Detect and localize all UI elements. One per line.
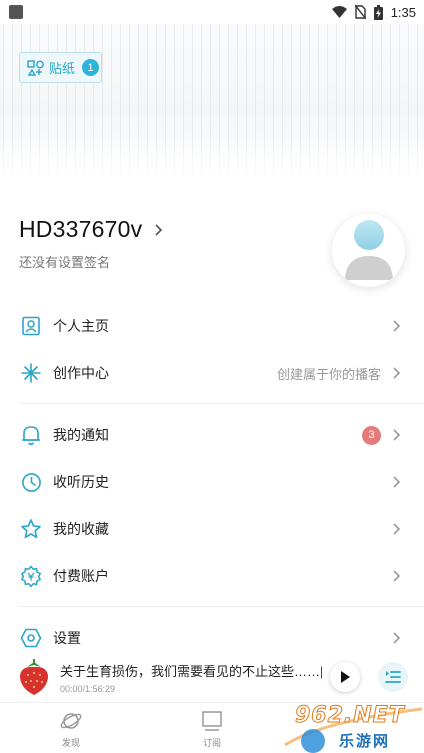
playlist-button[interactable] (378, 662, 408, 692)
chevron-right-icon (393, 320, 401, 332)
section-divider (19, 403, 424, 404)
tab-subscriptions-label: 订阅 (202, 738, 221, 748)
battery-charging-icon (373, 4, 383, 20)
tab-discover[interactable]: 发现 (41, 709, 101, 749)
tab-subscriptions[interactable]: 订阅 (182, 709, 242, 749)
menu-notifications[interactable]: 我的通知 3 (0, 412, 424, 458)
no-sim-icon (354, 5, 366, 19)
menu-creator-hint: 创建属于你的播客 (276, 366, 381, 382)
star-icon (20, 518, 42, 540)
profile-header-background (0, 24, 424, 184)
menu-creator-label: 创作中心 (53, 365, 109, 381)
status-time: 1:35 (390, 4, 416, 20)
clock-icon (20, 471, 42, 493)
menu-profile[interactable]: 个人主页 (0, 303, 424, 349)
menu-settings-label: 设置 (53, 630, 81, 646)
episode-title: 关于生育损伤，我们需要看见的不止这些……|... (60, 664, 322, 679)
menu-favorites-label: 我的收藏 (53, 521, 109, 537)
chevron-right-icon (393, 570, 401, 582)
menu-creator-center[interactable]: 创作中心 创建属于你的播客 (0, 350, 424, 396)
tv-icon (202, 711, 222, 731)
chevron-right-icon (393, 367, 401, 379)
user-name: HD337670v (19, 216, 143, 242)
chevron-right-icon (393, 429, 401, 441)
watermark-sub-text: 乐游网 (339, 733, 391, 750)
status-icons: 1:35 (331, 4, 416, 20)
play-button[interactable] (330, 662, 360, 692)
menu-notifications-label: 我的通知 (53, 427, 109, 443)
watermark-main-text: 962.NET (295, 703, 405, 729)
play-icon (341, 671, 350, 683)
notification-count-badge: 3 (362, 425, 381, 445)
sticker-button[interactable]: 贴纸 1 (19, 52, 102, 83)
playlist-icon (385, 671, 401, 683)
paid-badge-icon (20, 565, 42, 587)
tab-discover-label: 发现 (61, 738, 80, 748)
episode-cover-strawberry (20, 659, 48, 695)
wifi-icon (331, 6, 347, 18)
user-signature: 还没有设置签名 (19, 255, 111, 270)
menu-paid-label: 付费账户 (53, 568, 109, 584)
chevron-right-icon (393, 476, 401, 488)
creator-spark-icon (20, 362, 42, 384)
menu-history-label: 收听历史 (53, 474, 109, 490)
bell-icon (20, 424, 42, 446)
menu-paid-account[interactable]: 付费账户 (0, 553, 424, 599)
default-avatar-icon (345, 220, 393, 280)
chevron-right-icon (155, 223, 163, 236)
section-divider (19, 606, 424, 607)
menu-history[interactable]: 收听历史 (0, 459, 424, 505)
profile-card-icon (20, 315, 42, 337)
sticker-count-badge: 1 (82, 59, 100, 76)
site-watermark: 962.NET 乐游网 (283, 701, 424, 753)
avatar[interactable] (332, 214, 405, 287)
chevron-right-icon (393, 632, 401, 644)
status-bar: 1:35 (0, 0, 424, 24)
notification-icon (9, 5, 23, 19)
menu-favorites[interactable]: 我的收藏 (0, 506, 424, 552)
sticker-icon (27, 59, 44, 76)
sticker-label: 贴纸 (49, 61, 76, 76)
episode-progress-time: 00:00/1:56:29 (60, 684, 116, 694)
user-name-row[interactable]: HD337670v (19, 216, 163, 243)
chevron-right-icon (393, 523, 401, 535)
menu-profile-label: 个人主页 (53, 318, 109, 334)
settings-hexagon-icon (20, 627, 42, 649)
planet-icon (60, 713, 82, 729)
mini-player[interactable]: 关于生育损伤，我们需要看见的不止这些……|... 00:00/1:56:29 (0, 655, 424, 701)
